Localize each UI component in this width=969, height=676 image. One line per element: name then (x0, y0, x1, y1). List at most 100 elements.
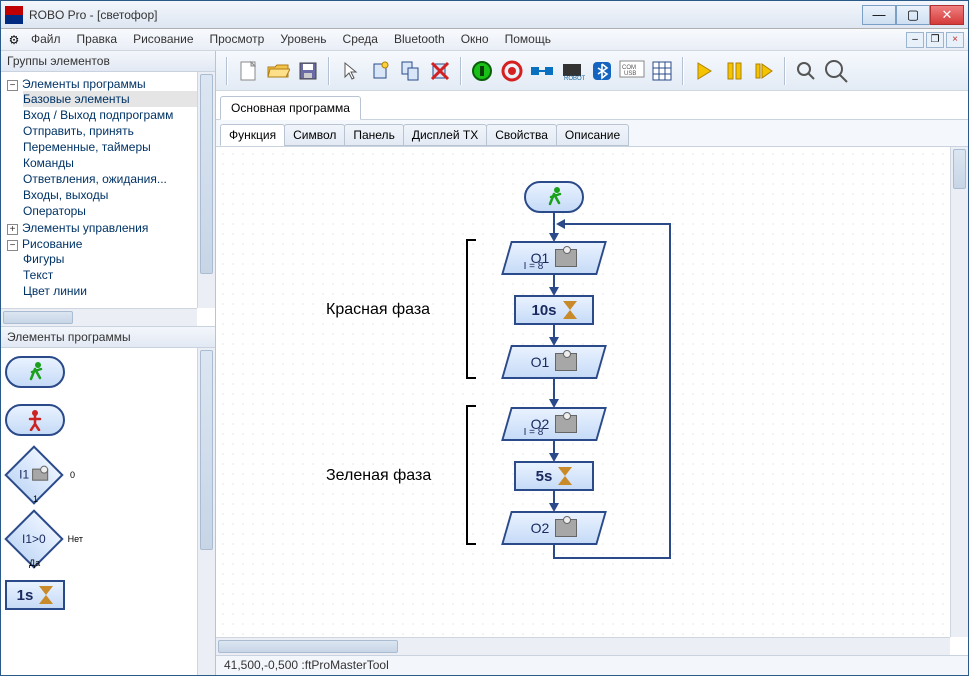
mdi-restore-button[interactable]: ❐ (926, 32, 944, 48)
bracket-red (466, 239, 476, 379)
interface-rtx-button[interactable]: ROBOTX (558, 57, 586, 85)
tree-figures[interactable]: Фигуры (23, 251, 213, 267)
tree-expand-icon[interactable]: + (7, 224, 18, 235)
tree-collapse-icon[interactable]: − (7, 80, 18, 91)
cursor-button[interactable] (336, 57, 364, 85)
tab-description[interactable]: Описание (556, 124, 629, 146)
menu-window[interactable]: Окно (453, 29, 497, 50)
palette-delay-block[interactable]: 1s (5, 580, 65, 610)
canvas-area: O1 I = 8 10s O1 (216, 147, 968, 655)
gear-icon[interactable]: ⚙ (5, 29, 23, 50)
tree-collapse-icon[interactable]: − (7, 240, 18, 251)
menu-bluetooth[interactable]: Bluetooth (386, 29, 453, 50)
tree-vertical-scrollbar[interactable] (197, 72, 215, 308)
status-text: 41,500,-0,500 :ftProMasterTool (224, 658, 389, 672)
palette-cond-out0: 0 (70, 470, 75, 480)
pause-button[interactable] (720, 57, 748, 85)
new-button[interactable] (234, 57, 262, 85)
menu-help[interactable]: Помощь (497, 29, 559, 50)
palette-scrollbar[interactable] (197, 348, 215, 675)
program-tab-main[interactable]: Основная программа (220, 96, 361, 120)
interface-if-button[interactable] (528, 57, 556, 85)
flow-delay-5s[interactable]: 5s (514, 461, 594, 491)
toolbar: ROBOTX COMUSB (216, 51, 968, 91)
flow-o2-off-label: O2 (531, 520, 550, 536)
arrow-icon (556, 219, 565, 229)
flow-o1-off[interactable]: O1 (501, 345, 607, 379)
tree-text[interactable]: Текст (23, 267, 213, 283)
tree-sub-io[interactable]: Вход / Выход подпрограмм (23, 107, 213, 123)
led-green-button[interactable] (468, 57, 496, 85)
palette-start-block[interactable] (5, 356, 65, 388)
tree-drawing[interactable]: Рисование (22, 237, 82, 251)
tool-copy-sub-button[interactable] (396, 57, 424, 85)
tab-panel[interactable]: Панель (344, 124, 403, 146)
tree-horizontal-scrollbar[interactable] (1, 308, 197, 326)
tab-properties[interactable]: Свойства (486, 124, 557, 146)
save-button[interactable] (294, 57, 322, 85)
tool-new-sub-button[interactable] (366, 57, 394, 85)
element-groups-title: Группы элементов (1, 51, 215, 72)
menu-draw[interactable]: Рисование (125, 29, 201, 50)
dot-grid (216, 147, 950, 637)
connector (553, 379, 555, 401)
tree-branches[interactable]: Ответвления, ожидания... (23, 171, 213, 187)
mdi-minimize-button[interactable]: – (906, 32, 924, 48)
palette-condition-i1[interactable]: I1 0 1 (5, 452, 75, 500)
canvas-vertical-scrollbar[interactable] (950, 147, 968, 637)
menu-view[interactable]: Просмотр (202, 29, 273, 50)
flow-delay1-label: 10s (531, 302, 556, 319)
stop-man-icon (26, 409, 44, 431)
app-icon (5, 6, 23, 24)
phase-red-label: Красная фаза (326, 301, 430, 319)
flow-o2-off[interactable]: O2 (501, 511, 607, 545)
step-button[interactable] (750, 57, 778, 85)
tree-io[interactable]: Входы, выходы (23, 187, 213, 203)
flowchart-canvas[interactable]: O1 I = 8 10s O1 (216, 147, 950, 637)
bluetooth-button[interactable] (588, 57, 616, 85)
menu-edit[interactable]: Правка (69, 29, 126, 50)
tab-function[interactable]: Функция (220, 124, 285, 146)
window-minimize-button[interactable]: — (862, 5, 896, 25)
grid-button[interactable] (648, 57, 676, 85)
zoom-in-button[interactable] (792, 57, 820, 85)
connector (564, 223, 671, 225)
palette-cond-no: Нет (68, 534, 83, 544)
tool-delete-sub-button[interactable] (426, 57, 454, 85)
tree-send-recv[interactable]: Отправить, принять (23, 123, 213, 139)
tree-operators[interactable]: Операторы (23, 203, 213, 219)
palette-condition-i1gt0[interactable]: I1>0 Нет Да (5, 516, 83, 564)
flow-o2-on[interactable]: O2 I = 8 (501, 407, 607, 441)
menu-env[interactable]: Среда (335, 29, 386, 50)
tab-symbol[interactable]: Символ (284, 124, 345, 146)
tree-control-elements[interactable]: Элементы управления (22, 221, 148, 235)
flow-o1-off-label: O1 (531, 354, 550, 370)
tree-basic-elements[interactable]: Базовые элементы (23, 91, 213, 107)
flow-delay-10s[interactable]: 10s (514, 295, 594, 325)
led-red-button[interactable] (498, 57, 526, 85)
zoom-out-button[interactable] (822, 57, 850, 85)
com-usb-button[interactable]: COMUSB (618, 57, 646, 85)
tree-program-elements[interactable]: Элементы программы (22, 77, 146, 91)
flow-o2-on-sub: I = 8 (524, 427, 544, 438)
motor-icon (33, 469, 49, 481)
menu-level[interactable]: Уровень (272, 29, 334, 50)
flow-o1-on[interactable]: O1 I = 8 (501, 241, 607, 275)
tree-commands[interactable]: Команды (23, 155, 213, 171)
connector (553, 557, 671, 559)
tree-line-color[interactable]: Цвет линии (23, 283, 213, 299)
play-button[interactable] (690, 57, 718, 85)
open-button[interactable] (264, 57, 292, 85)
element-groups-tree[interactable]: −Элементы программы Базовые элементы Вхо… (1, 72, 215, 327)
mdi-close-button[interactable]: × (946, 32, 964, 48)
flow-start[interactable] (524, 181, 584, 213)
menu-file[interactable]: Файл (23, 29, 69, 50)
window-maximize-button[interactable]: ▢ (896, 5, 930, 25)
window-close-button[interactable]: ✕ (930, 5, 964, 25)
palette-stop-block[interactable] (5, 404, 65, 436)
tab-display-tx[interactable]: Дисплей TX (403, 124, 487, 146)
canvas-horizontal-scrollbar[interactable] (216, 637, 950, 655)
palette-title: Элементы программы (1, 327, 215, 348)
program-tabs: Основная программа (216, 91, 968, 120)
tree-vars-timers[interactable]: Переменные, таймеры (23, 139, 213, 155)
